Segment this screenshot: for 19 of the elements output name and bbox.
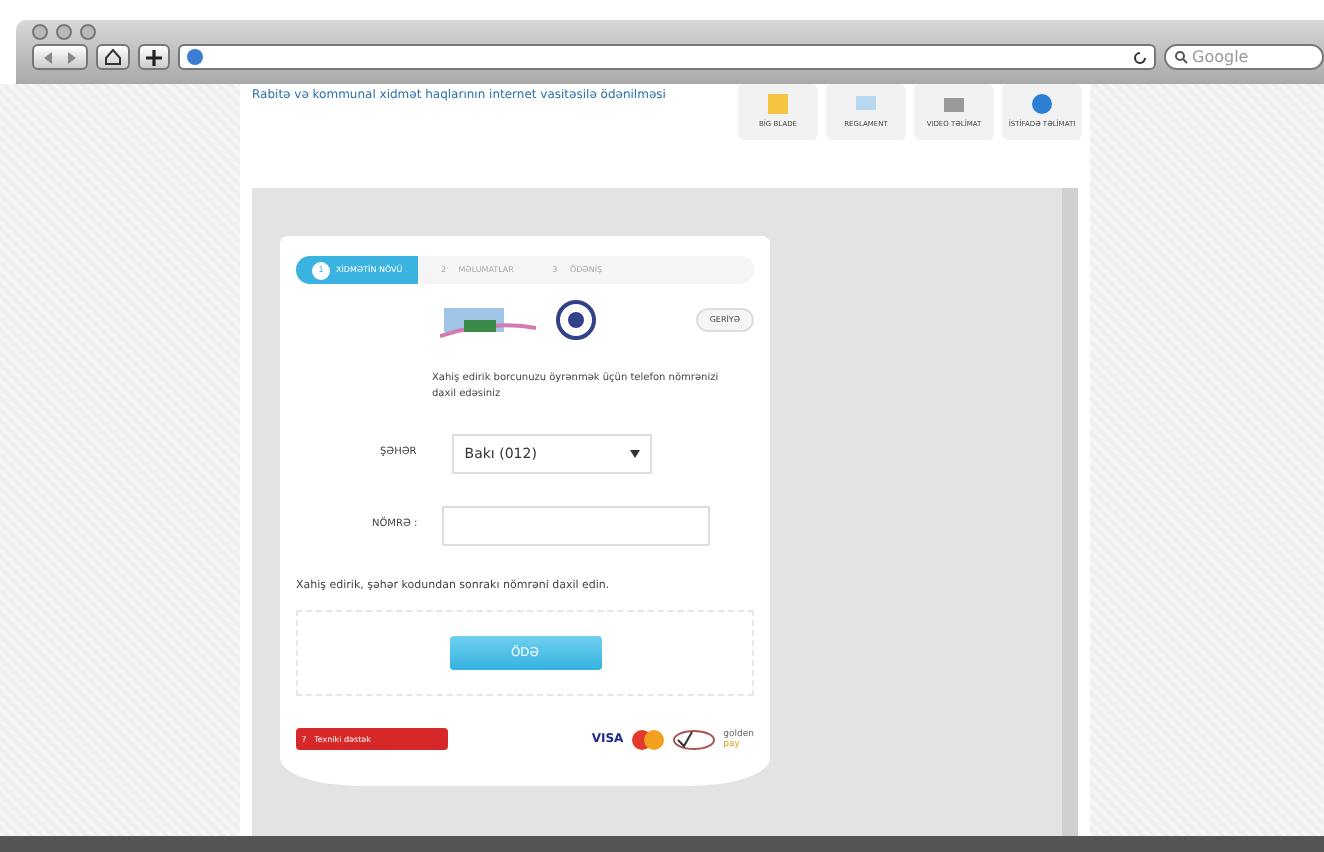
back-forward-buttons[interactable] [32, 44, 88, 70]
home-icon [104, 48, 122, 66]
scrollbar[interactable] [1062, 188, 1078, 836]
plus-icon [146, 49, 162, 65]
zoom-icon[interactable] [80, 24, 96, 40]
home-button[interactable] [96, 44, 130, 70]
search-icon [1174, 50, 1188, 64]
note-icon [764, 92, 792, 117]
arrows-icon [40, 49, 80, 65]
minimize-icon[interactable] [56, 24, 72, 40]
verified-logo [671, 729, 716, 750]
caret-icon [630, 450, 641, 458]
add-button[interactable] [138, 44, 170, 70]
close-icon[interactable] [32, 24, 48, 40]
emblem-icon [556, 300, 596, 340]
card-logo [631, 729, 664, 750]
address-field[interactable] [178, 44, 1156, 70]
reload-icon[interactable] [1132, 49, 1148, 65]
number-field[interactable] [441, 506, 710, 546]
